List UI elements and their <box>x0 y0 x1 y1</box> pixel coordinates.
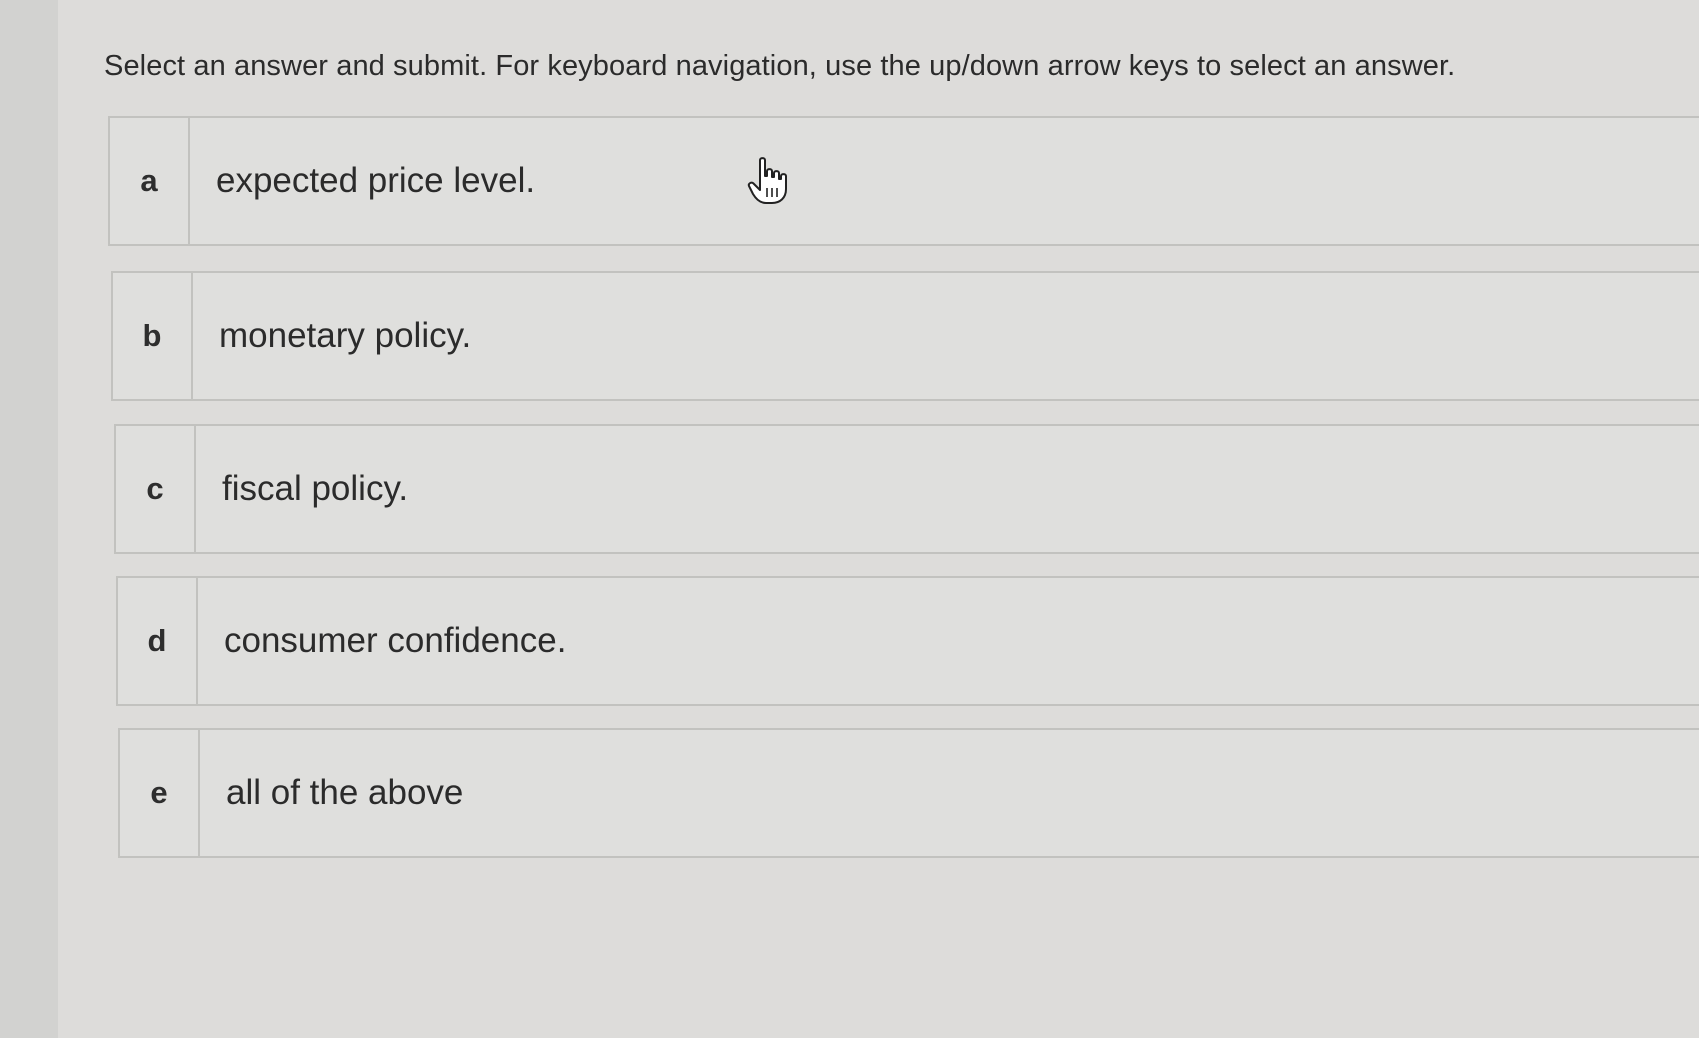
option-letter: c <box>116 426 196 552</box>
option-text: all of the above <box>226 773 464 812</box>
left-margin <box>0 0 59 1038</box>
answer-option-d[interactable]: d consumer confidence. <box>116 576 1699 706</box>
option-letter: b <box>113 273 193 399</box>
answer-option-a[interactable]: a expected price level. <box>108 116 1699 246</box>
question-instructions: Select an answer and submit. For keyboar… <box>104 50 1456 82</box>
option-letter: a <box>110 118 190 244</box>
answer-option-e[interactable]: e all of the above <box>118 728 1699 858</box>
option-text: expected price level. <box>216 161 536 200</box>
option-text: monetary policy. <box>219 316 472 355</box>
option-text: fiscal policy. <box>222 469 409 508</box>
option-text: consumer confidence. <box>224 621 567 660</box>
option-letter: e <box>120 730 200 856</box>
answer-option-b[interactable]: b monetary policy. <box>111 271 1699 401</box>
hand-pointer-icon <box>747 157 787 204</box>
option-letter: d <box>118 578 198 704</box>
answer-option-c[interactable]: c fiscal policy. <box>114 424 1699 554</box>
